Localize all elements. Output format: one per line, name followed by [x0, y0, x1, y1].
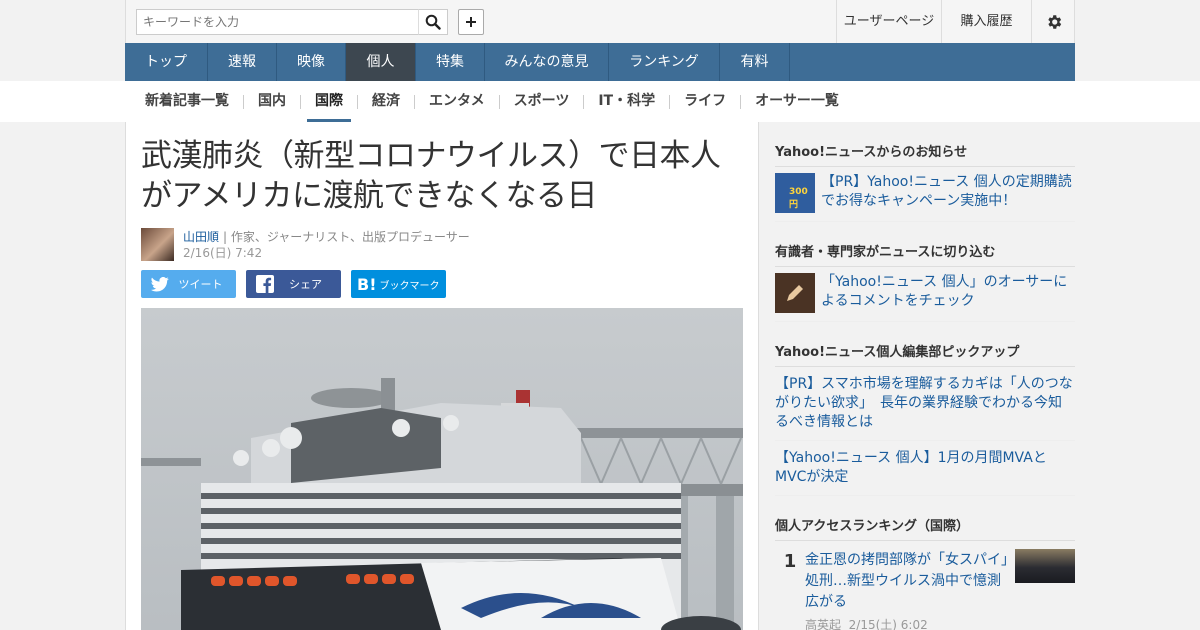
subnav-entertainment[interactable]: エンタメ: [421, 81, 493, 122]
nav-paid[interactable]: 有料: [720, 43, 790, 81]
divider: [669, 94, 671, 109]
pickup-item[interactable]: 【PR】スマホ市場を理解するカギは「人のつながりたい欲求」 長年の業界経験でわか…: [775, 367, 1075, 441]
purchase-history-link[interactable]: 購入履歴: [941, 0, 1031, 43]
author-avatar[interactable]: [141, 228, 174, 261]
hatena-bookmark-label: ブックマーク: [379, 280, 440, 292]
experts-link[interactable]: 「Yahoo!ニュース 個人」のオーサーによるコメントをチェック: [821, 273, 1075, 313]
notice-item[interactable]: 300円 【PR】Yahoo!ニュース 個人の定期購読でお得なキャンペーン実施中…: [775, 167, 1075, 222]
sub-nav: 新着記事一覧 国内 国際 経済 エンタメ スポーツ IT・科学 ライフ オーサー…: [125, 81, 1075, 122]
cruise-ship-image: [141, 308, 743, 630]
tweet-button[interactable]: ツイート: [141, 270, 236, 298]
sidebar: Yahoo!ニュースからのお知らせ 300円 【PR】Yahoo!ニュース 個人…: [775, 122, 1075, 630]
ranking-heading: 個人アクセスランキング（国際）: [775, 496, 1075, 541]
pickup-item[interactable]: 【Yahoo!ニュース 個人】1月の月間MVAとMVCが決定: [775, 441, 1075, 496]
nav-feature[interactable]: 特集: [416, 43, 485, 81]
add-button[interactable]: [458, 9, 484, 35]
divider: [583, 94, 585, 109]
gear-icon: [1048, 14, 1062, 29]
pen-icon: [787, 285, 803, 301]
ranking-body: 金正恩の拷問部隊が「女スパイ」処刑…新型ウイルス渦中で憶測広がる 高英起 2/1…: [805, 549, 1009, 630]
article: 武漢肺炎（新型コロナウイルス）で日本人がアメリカに渡航できなくなる日 山田順 |…: [125, 122, 759, 630]
user-page-link[interactable]: ユーザーページ: [836, 0, 941, 43]
notice-heading: Yahoo!ニュースからのお知らせ: [775, 122, 1075, 167]
pickup-heading: Yahoo!ニュース個人編集部ピックアップ: [775, 322, 1075, 367]
experts-item[interactable]: 「Yahoo!ニュース 個人」のオーサーによるコメントをチェック: [775, 267, 1075, 322]
subnav-domestic[interactable]: 国内: [250, 81, 294, 122]
search-input[interactable]: [137, 10, 418, 34]
main-nav: トップ 速報 映像 個人 特集 みんなの意見 ランキング 有料: [125, 43, 1075, 81]
tweet-label: ツイート: [178, 278, 223, 291]
ranking-meta: 高英起 2/15(土) 6:02: [805, 616, 1009, 630]
nav-breaking[interactable]: 速報: [208, 43, 277, 81]
subnav-life[interactable]: ライフ: [676, 81, 734, 122]
article-title: 武漢肺炎（新型コロナウイルス）で日本人がアメリカに渡航できなくなる日: [141, 138, 721, 214]
svg-text:B!: B!: [357, 276, 377, 292]
subnav-economy[interactable]: 経済: [364, 81, 408, 122]
ranking-author: 高英起: [805, 618, 842, 630]
hatena-bookmark-icon: B!: [357, 276, 377, 292]
subnav-authors[interactable]: オーサー一覧: [747, 81, 847, 122]
post-date: 2/16(日) 7:42: [183, 246, 263, 260]
ranking-link[interactable]: 金正恩の拷問部隊が「女スパイ」処刑…新型ウイルス渦中で憶測広がる: [805, 552, 1008, 610]
nav-individual[interactable]: 個人: [346, 43, 416, 81]
ranking-date: 2/15(土) 6:02: [848, 618, 928, 630]
divider: [243, 94, 244, 109]
twitter-icon: [147, 276, 173, 292]
top-bar-inner: ユーザーページ 購入履歴: [125, 0, 1075, 43]
notice-thumbnail: 300円: [775, 173, 815, 213]
settings-button[interactable]: [1031, 0, 1076, 43]
facebook-icon: [252, 275, 278, 293]
pickup-link[interactable]: 【PR】スマホ市場を理解するカギは「人のつながりたい欲求」 長年の業界経験でわか…: [775, 375, 1075, 432]
ranking-item[interactable]: 1 金正恩の拷問部隊が「女スパイ」処刑…新型ウイルス渦中で憶測広がる 高英起 2…: [775, 541, 1075, 630]
divider: [740, 94, 742, 109]
nav-opinions[interactable]: みんなの意見: [485, 43, 609, 81]
search-button[interactable]: [418, 9, 448, 35]
subnav-sports[interactable]: スポーツ: [506, 81, 578, 122]
divider: [414, 94, 415, 109]
nav-ranking[interactable]: ランキング: [609, 43, 720, 81]
ranking-thumbnail[interactable]: [1015, 549, 1075, 583]
author-name[interactable]: 山田順: [183, 228, 219, 245]
author-description: | 作家、ジャーナリスト、出版プロデューサー: [223, 230, 470, 244]
divider: [357, 94, 358, 109]
nav-top[interactable]: トップ: [125, 43, 208, 81]
facebook-share-label: シェア: [289, 278, 322, 291]
pickup-link[interactable]: 【Yahoo!ニュース 個人】1月の月間MVAとMVCが決定: [775, 449, 1075, 487]
subnav-new-articles[interactable]: 新着記事一覧: [137, 81, 237, 122]
article-photo: [141, 308, 743, 630]
plus-icon: [466, 17, 476, 27]
subnav-international[interactable]: 国際: [307, 81, 351, 122]
divider: [300, 94, 301, 109]
notice-link[interactable]: 【PR】Yahoo!ニュース 個人の定期購読でお得なキャンペーン実施中！: [821, 173, 1075, 213]
hatena-bookmark-button[interactable]: B! ブックマーク: [351, 270, 446, 298]
subnav-it-science[interactable]: IT・科学: [590, 81, 663, 122]
rank-number: 1: [783, 551, 797, 572]
facebook-share-button[interactable]: シェア: [246, 270, 341, 298]
comment-thumbnail: [775, 273, 815, 313]
experts-heading: 有識者・専門家がニュースに切り込む: [775, 222, 1075, 267]
divider: [498, 94, 500, 109]
notice-thumb-text: 300円: [789, 187, 808, 210]
nav-video[interactable]: 映像: [277, 43, 346, 81]
search-box: [136, 9, 419, 35]
search-icon: [425, 14, 441, 30]
